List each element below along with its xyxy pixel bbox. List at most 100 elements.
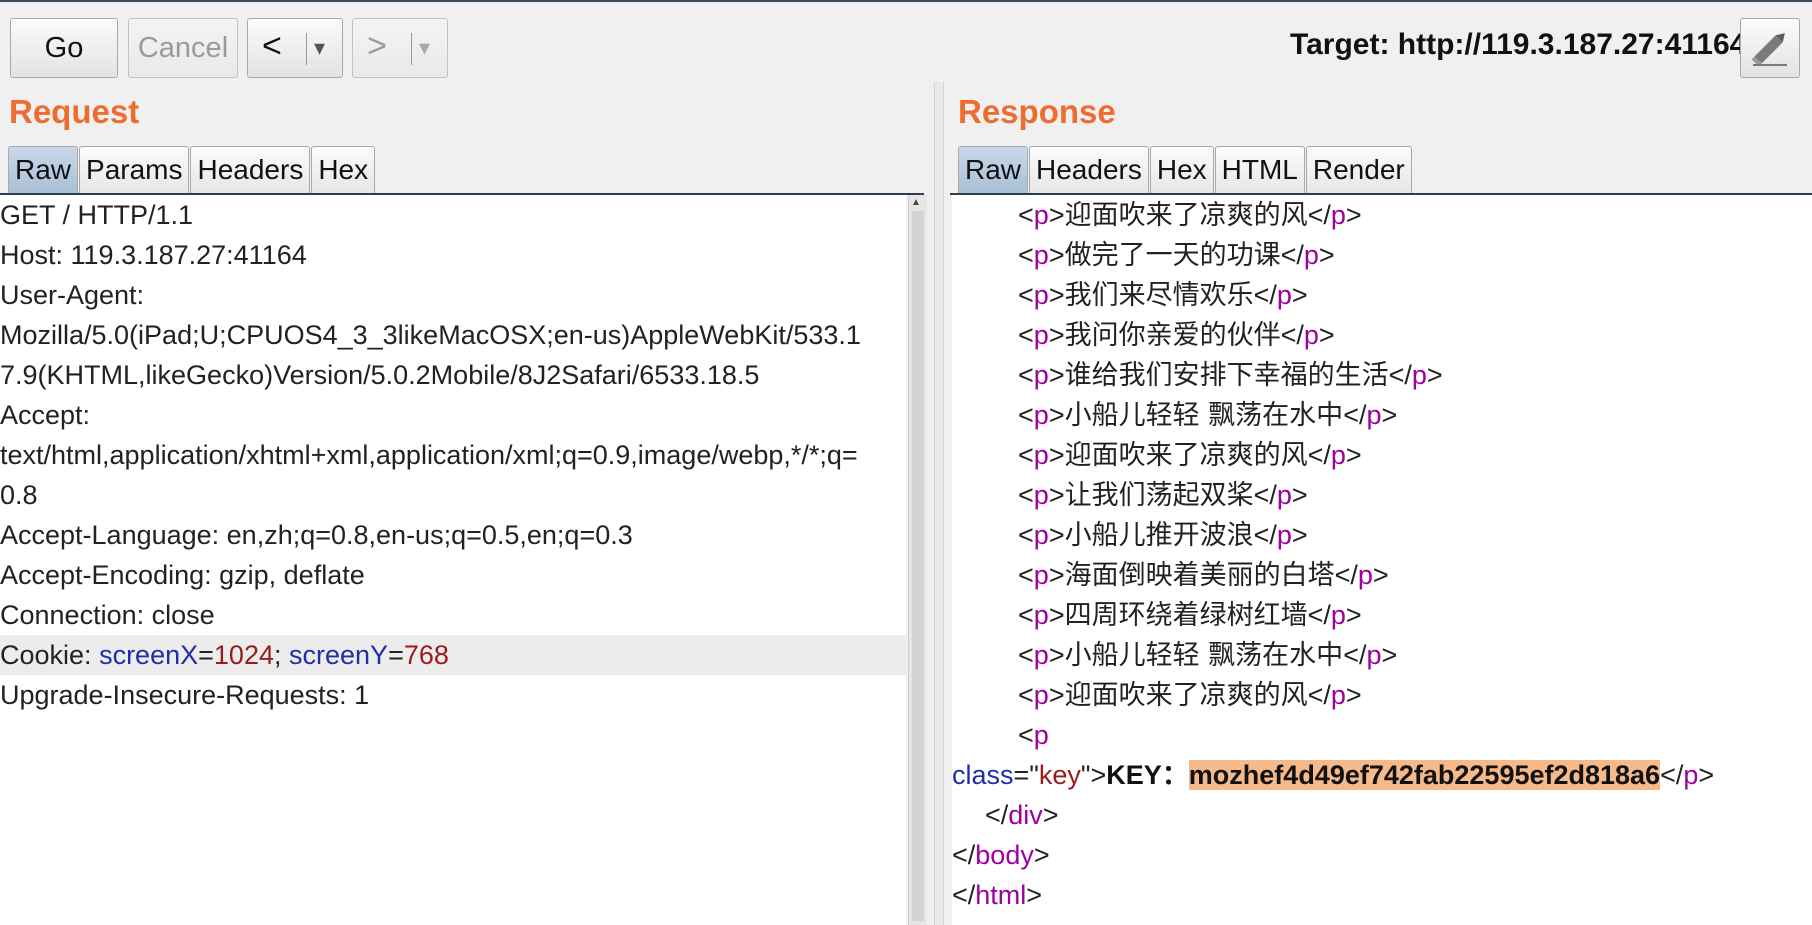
- back-button[interactable]: < ▾: [247, 18, 343, 78]
- response-p-line: <p>迎面吹来了凉爽的风</p>: [1018, 200, 1362, 231]
- request-line: Connection: close: [0, 600, 215, 630]
- request-line: 0.8: [0, 480, 38, 510]
- tag-name: p: [1330, 600, 1346, 630]
- tag-name: p: [1033, 520, 1049, 550]
- p-text: 小船儿轻轻 飘荡在水中: [1064, 400, 1344, 431]
- request-line: 7.9(KHTML,likeGecko)Version/5.0.2Mobile/…: [0, 360, 760, 390]
- close-body-line: </body>: [952, 840, 1050, 870]
- tag-name: p: [1303, 320, 1319, 350]
- request-line: Host: 119.3.187.27:41164: [0, 240, 307, 270]
- tag-name: p: [1330, 200, 1346, 230]
- back-dropdown-icon[interactable]: ▾: [314, 19, 325, 77]
- p-text: 小船儿推开波浪: [1064, 520, 1254, 551]
- p-text: 我们来尽情欢乐: [1064, 280, 1254, 311]
- window-top-border: [0, 0, 1812, 2]
- p-text: 四周环绕着绿树红墙: [1064, 600, 1308, 631]
- response-p-line: <p>小船儿轻轻 飘荡在水中</p>: [1018, 400, 1398, 431]
- response-p-line: <p>做完了一天的功课</p>: [1018, 240, 1335, 271]
- cookie-name-screeny: screenY: [289, 640, 389, 670]
- attr-name: class: [952, 760, 1014, 790]
- tag-name: p: [1033, 280, 1049, 310]
- response-editor[interactable]: <p>迎面吹来了凉爽的风</p> <p>做完了一天的功课</p> <p>我们来尽情欢…: [952, 195, 1812, 925]
- request-line: Mozilla/5.0(iPad;U;CPUOS4_3_3likeMacOSX;…: [0, 320, 861, 350]
- request-line: Accept-Encoding: gzip, deflate: [0, 560, 365, 590]
- response-tab-html[interactable]: HTML: [1214, 146, 1305, 194]
- response-p-line: <p>让我们荡起双桨</p>: [1018, 480, 1308, 511]
- tag-name: div: [1008, 800, 1043, 830]
- request-tabs: Raw Params Headers Hex: [8, 146, 376, 194]
- tag-name: p: [1033, 240, 1049, 270]
- key-p-open-line: <p: [1018, 720, 1049, 750]
- cancel-button[interactable]: Cancel: [128, 18, 238, 78]
- scroll-up-icon[interactable]: ▲: [911, 197, 921, 208]
- forward-button[interactable]: > ▾: [352, 18, 448, 78]
- request-editor[interactable]: GET / HTTP/1.1 Host: 119.3.187.27:41164 …: [0, 195, 906, 925]
- back-arrow-icon: <: [262, 27, 282, 65]
- pane-divider[interactable]: [934, 82, 944, 925]
- p-text: 迎面吹来了凉爽的风: [1064, 200, 1308, 231]
- key-value-highlight: mozhef4d49ef742fab22595ef2d818a6: [1188, 760, 1661, 790]
- response-p-line: <p>四周环绕着绿树红墙</p>: [1018, 600, 1362, 631]
- target-label: Target: http://119.3.187.27:41164: [1290, 28, 1747, 61]
- tag-name: p: [1276, 520, 1292, 550]
- request-tab-headers[interactable]: Headers: [190, 146, 311, 194]
- response-tab-hex[interactable]: Hex: [1149, 146, 1214, 194]
- tag-name: p: [1366, 640, 1382, 670]
- tag-name: p: [1033, 200, 1049, 230]
- cookie-separator: ;: [273, 640, 289, 670]
- cookie-value-screeny: 768: [403, 640, 449, 670]
- tag-name: p: [1033, 480, 1049, 510]
- response-title: Response: [958, 93, 1116, 130]
- response-p-line: <p>海面倒映着美丽的白塔</p>: [1018, 560, 1389, 591]
- forward-button-separator: [411, 33, 412, 65]
- tag-name: p: [1033, 640, 1049, 670]
- request-line: GET / HTTP/1.1: [0, 200, 194, 230]
- attr-value: key: [1038, 760, 1081, 790]
- request-tab-hex[interactable]: Hex: [311, 146, 376, 194]
- p-text: 我问你亲爱的伙伴: [1064, 320, 1281, 351]
- request-line: User-Agent:: [0, 280, 145, 310]
- tag-name: p: [1033, 600, 1049, 630]
- cookie-value-screenx: 1024: [213, 640, 274, 670]
- cookie-line: Cookie: screenX=1024; screenY=768: [0, 635, 906, 675]
- tag-name: body: [975, 840, 1034, 870]
- key-label: KEY：: [1106, 760, 1189, 790]
- cookie-prefix: Cookie:: [0, 640, 100, 670]
- close-html-line: </html>: [952, 880, 1043, 910]
- p-text: 谁给我们安排下幸福的生活: [1064, 360, 1389, 391]
- response-p-line: <p>谁给我们安排下幸福的生活</p>: [1018, 360, 1443, 391]
- request-tab-raw[interactable]: Raw: [8, 146, 79, 194]
- cookie-name-screenx: screenX: [99, 640, 199, 670]
- tag-name: p: [1033, 680, 1049, 710]
- request-tab-params[interactable]: Params: [79, 146, 190, 194]
- forward-arrow-icon: >: [367, 27, 387, 65]
- request-line: Accept-Language: en,zh;q=0.8,en-us;q=0.5…: [0, 520, 633, 550]
- response-p-line: <p>迎面吹来了凉爽的风</p>: [1018, 680, 1362, 711]
- go-button[interactable]: Go: [10, 18, 118, 78]
- tag-name: p: [1033, 440, 1049, 470]
- response-tab-raw[interactable]: Raw: [958, 146, 1029, 194]
- request-scrollbar[interactable]: ▲: [908, 195, 927, 925]
- edit-target-button[interactable]: [1740, 18, 1800, 78]
- tag-name: p: [1276, 280, 1292, 310]
- tag-name: p: [1033, 400, 1049, 430]
- tag-name: p: [1276, 480, 1292, 510]
- tag-name: p: [1411, 360, 1427, 390]
- p-text: 迎面吹来了凉爽的风: [1064, 680, 1308, 711]
- p-text: 让我们荡起双桨: [1064, 480, 1254, 511]
- response-tab-render[interactable]: Render: [1305, 146, 1412, 194]
- tag-name: p: [1033, 720, 1049, 750]
- forward-dropdown-icon[interactable]: ▾: [419, 19, 430, 77]
- response-p-line: <p>我问你亲爱的伙伴</p>: [1018, 320, 1335, 351]
- p-text: 海面倒映着美丽的白塔: [1064, 560, 1335, 591]
- p-text: 迎面吹来了凉爽的风: [1064, 440, 1308, 471]
- tag-name: p: [1366, 400, 1382, 430]
- tag-name: p: [1357, 560, 1373, 590]
- response-tab-headers[interactable]: Headers: [1029, 146, 1149, 194]
- request-line: Accept:: [0, 400, 91, 430]
- tag-name: p: [1330, 680, 1346, 710]
- pencil-icon: [1751, 33, 1787, 67]
- p-text: 小船儿轻轻 飘荡在水中: [1064, 640, 1344, 671]
- request-scroll-thumb[interactable]: [912, 211, 924, 921]
- response-p-line: <p>我们来尽情欢乐</p>: [1018, 280, 1308, 311]
